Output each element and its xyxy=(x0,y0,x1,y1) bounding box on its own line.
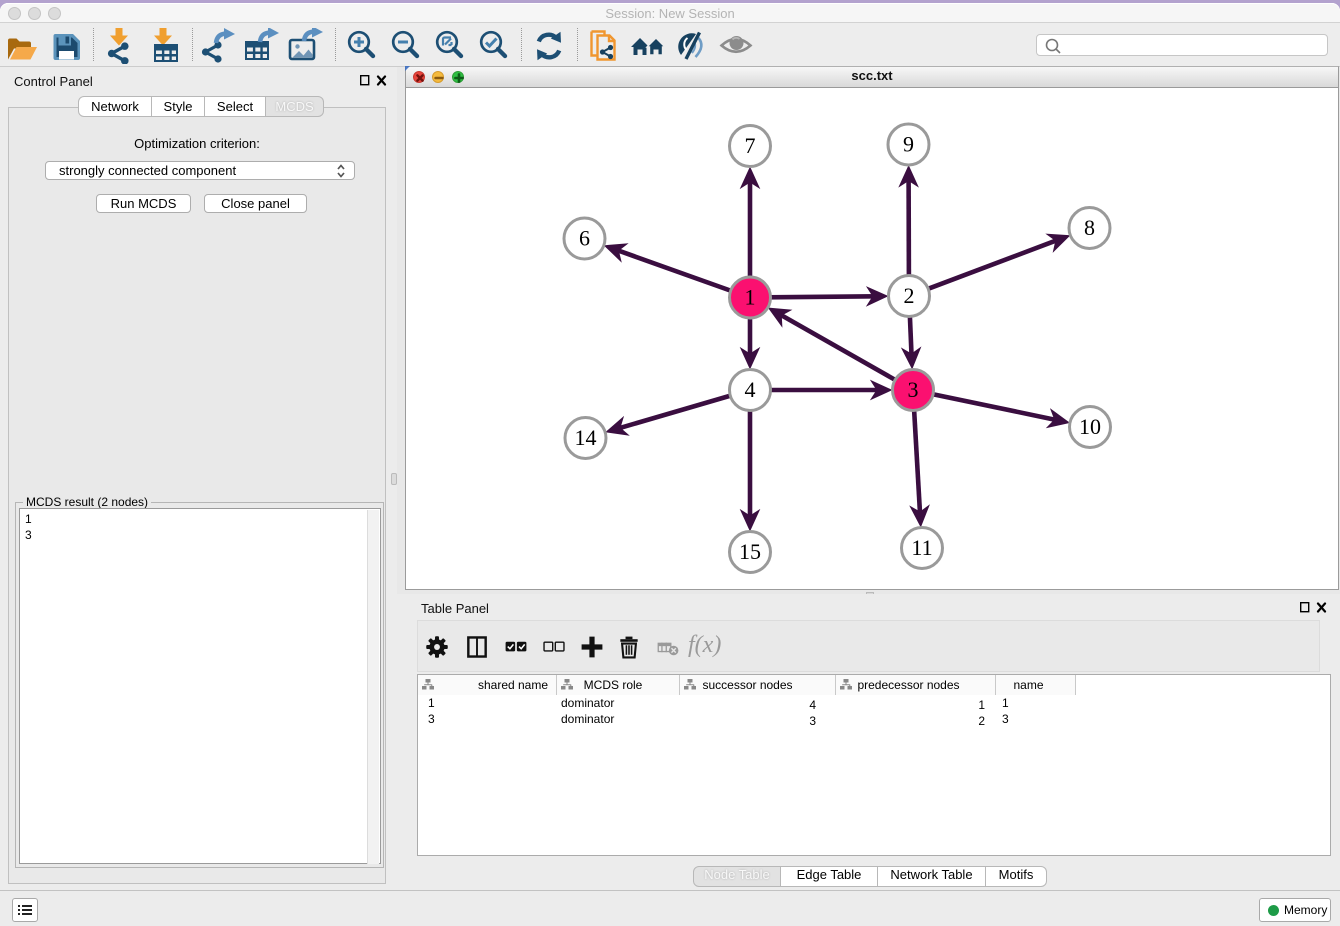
svg-text:3: 3 xyxy=(908,377,919,402)
svg-text:11: 11 xyxy=(911,535,932,560)
svg-text:1: 1 xyxy=(745,285,756,310)
svg-text:8: 8 xyxy=(1084,215,1095,240)
svg-text:10: 10 xyxy=(1079,414,1101,439)
svg-text:15: 15 xyxy=(739,539,761,564)
svg-text:7: 7 xyxy=(745,133,756,158)
svg-text:6: 6 xyxy=(579,226,590,251)
svg-text:2: 2 xyxy=(904,283,915,308)
svg-text:4: 4 xyxy=(745,377,756,402)
svg-text:14: 14 xyxy=(575,425,597,450)
svg-text:9: 9 xyxy=(903,132,914,157)
